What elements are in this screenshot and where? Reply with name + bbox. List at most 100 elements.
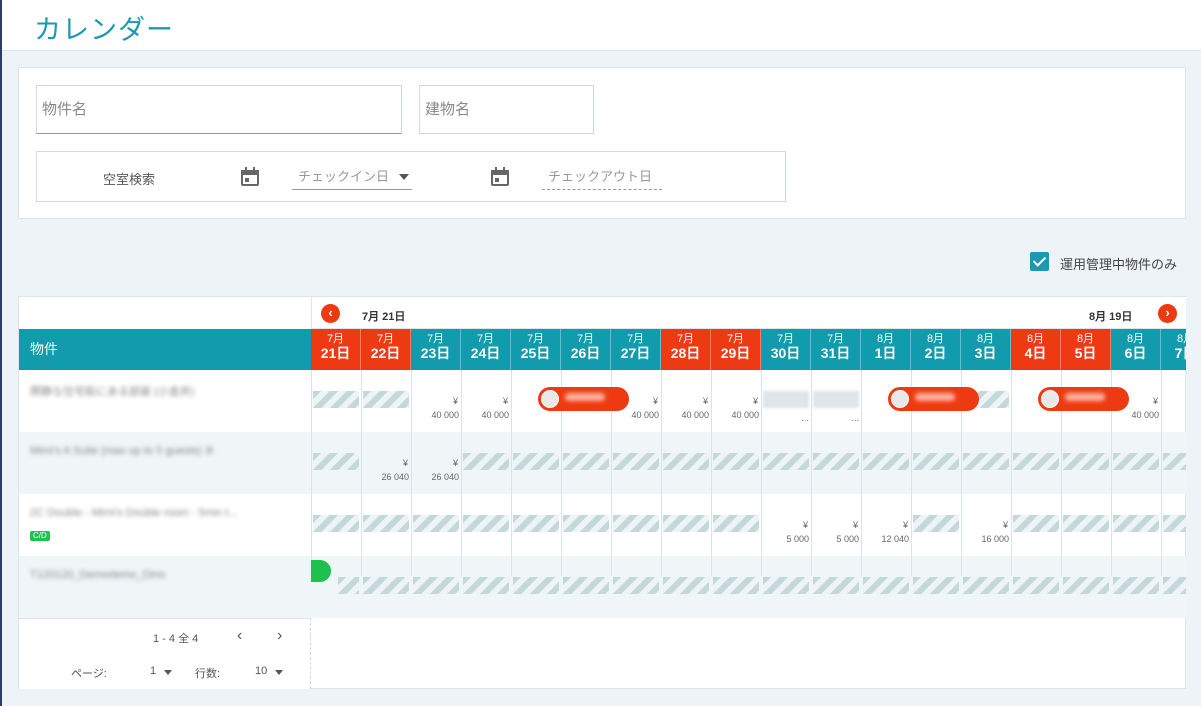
unavailable-cell[interactable] [413,577,459,594]
next-period-button[interactable]: › [1158,304,1177,323]
booking-bar[interactable] [1038,387,1129,411]
day-header[interactable]: 8月 2日 [911,329,961,370]
unavailable-cell[interactable] [713,453,759,470]
unavailable-cell[interactable] [613,577,659,594]
day-header[interactable]: 7月 27日 [611,329,661,370]
calendar-icon[interactable] [241,167,259,186]
day-header[interactable]: 8月 1日 [861,329,911,370]
unavailable-cell[interactable] [463,515,509,532]
unavailable-cell[interactable] [313,391,359,408]
day-header[interactable]: 7月 24日 [461,329,511,370]
chevron-left-icon[interactable]: ‹ [237,627,242,645]
price-cell[interactable]: ¥12 040 [861,520,909,545]
unavailable-cell[interactable] [1113,453,1159,470]
price-cell[interactable]: ¥26 040 [361,458,409,483]
unavailable-cell[interactable] [713,577,759,594]
unavailable-cell[interactable] [863,577,909,594]
unavailable-cell[interactable] [363,515,409,532]
unavailable-cell[interactable] [413,515,459,532]
unavailable-cell[interactable] [763,453,809,470]
unavailable-cell[interactable] [363,391,409,408]
unavailable-cell[interactable] [663,515,709,532]
unavailable-cell[interactable] [1163,453,1186,470]
unavailable-cell[interactable] [1163,515,1186,532]
price-cell[interactable]: ¥40 000 [711,396,759,421]
unavailable-cell[interactable] [1113,515,1159,532]
chevron-down-icon[interactable] [275,670,283,675]
property-row[interactable]: T120120_Demodemo_Dino [19,556,311,618]
day-header[interactable]: 7月 21日 [311,329,361,370]
unavailable-cell[interactable] [363,577,409,594]
unavailable-cell[interactable] [1013,515,1059,532]
unavailable-cell[interactable] [513,515,559,532]
chevron-right-icon[interactable]: › [277,627,282,645]
chevron-down-icon[interactable] [164,670,172,675]
unavailable-cell[interactable] [563,577,609,594]
unavailable-cell[interactable] [813,453,859,470]
blocked-cell[interactable] [813,391,859,408]
price-cell[interactable]: ¥40 000 [411,396,459,421]
day-header[interactable]: 7月 29日 [711,329,761,370]
property-row[interactable]: 2C Double - Mimi's Double room - 5min t.… [19,494,311,556]
day-header[interactable]: 8月 6日 [1111,329,1161,370]
day-header[interactable]: 8月 3日 [961,329,1011,370]
unavailable-cell[interactable] [563,453,609,470]
unavailable-cell[interactable] [1013,577,1059,594]
rows-select[interactable]: 10 [255,665,267,677]
managed-only-checkbox[interactable] [1030,252,1049,271]
booking-bar[interactable] [888,387,979,411]
day-header[interactable]: 7月 22日 [361,329,411,370]
unavailable-cell[interactable] [913,577,959,594]
building-name-input[interactable]: 建物名 [419,85,594,134]
unavailable-cell[interactable] [463,453,509,470]
unavailable-cell[interactable] [463,577,509,594]
price-cell[interactable]: ¥16 000 [961,520,1009,545]
unavailable-cell[interactable] [913,453,959,470]
unavailable-cell[interactable] [338,577,359,594]
unavailable-cell[interactable] [963,577,1009,594]
day-header[interactable]: 7月 26日 [561,329,611,370]
day-header[interactable]: 7月 30日 [761,329,811,370]
unavailable-cell[interactable] [1163,577,1186,594]
property-row[interactable]: Mimi's A Suite (max up to 5 guests) 3l [19,432,311,494]
day-header[interactable]: 8月 5日 [1061,329,1111,370]
unavailable-cell[interactable] [1013,453,1059,470]
unavailable-cell[interactable] [1063,453,1109,470]
prev-period-button[interactable]: ‹ [321,304,340,323]
unavailable-cell[interactable] [513,577,559,594]
price-cell[interactable]: ¥5 000 [811,520,859,545]
day-header[interactable]: 8月 4日 [1011,329,1061,370]
property-name-input[interactable]: 物件名 [36,85,402,134]
price-cell[interactable]: ¥5 000 [761,520,809,545]
unavailable-cell[interactable] [713,515,759,532]
unavailable-cell[interactable] [663,453,709,470]
price-cell[interactable]: ¥26 040 [411,458,459,483]
unavailable-cell[interactable] [1063,577,1109,594]
day-header[interactable]: 7月 31日 [811,329,861,370]
price-cell[interactable]: ¥40 000 [461,396,509,421]
day-header[interactable]: 8月7日 [1161,329,1186,370]
unavailable-cell[interactable] [613,515,659,532]
unavailable-cell[interactable] [863,453,909,470]
checkout-date-input[interactable]: チェックアウト日 [542,166,662,190]
unavailable-cell[interactable] [1063,515,1109,532]
page-select[interactable]: 1 [150,665,156,677]
unavailable-cell[interactable] [613,453,659,470]
unavailable-cell[interactable] [513,453,559,470]
booking-bar[interactable] [538,387,629,411]
unavailable-cell[interactable] [663,577,709,594]
unavailable-cell[interactable] [813,577,859,594]
unavailable-cell[interactable] [1113,577,1159,594]
unavailable-cell[interactable] [913,515,959,532]
day-header[interactable]: 7月 23日 [411,329,461,370]
day-header[interactable]: 7月 28日 [661,329,711,370]
calendar-icon[interactable] [491,167,509,186]
unavailable-cell[interactable] [313,453,359,470]
unavailable-cell[interactable] [763,577,809,594]
unavailable-cell[interactable] [563,515,609,532]
price-cell[interactable]: ¥40 000 [661,396,709,421]
checkin-date-select[interactable]: チェックイン日 [292,166,412,190]
unavailable-cell[interactable] [313,515,359,532]
unavailable-cell[interactable] [963,453,1009,470]
day-header[interactable]: 7月 25日 [511,329,561,370]
